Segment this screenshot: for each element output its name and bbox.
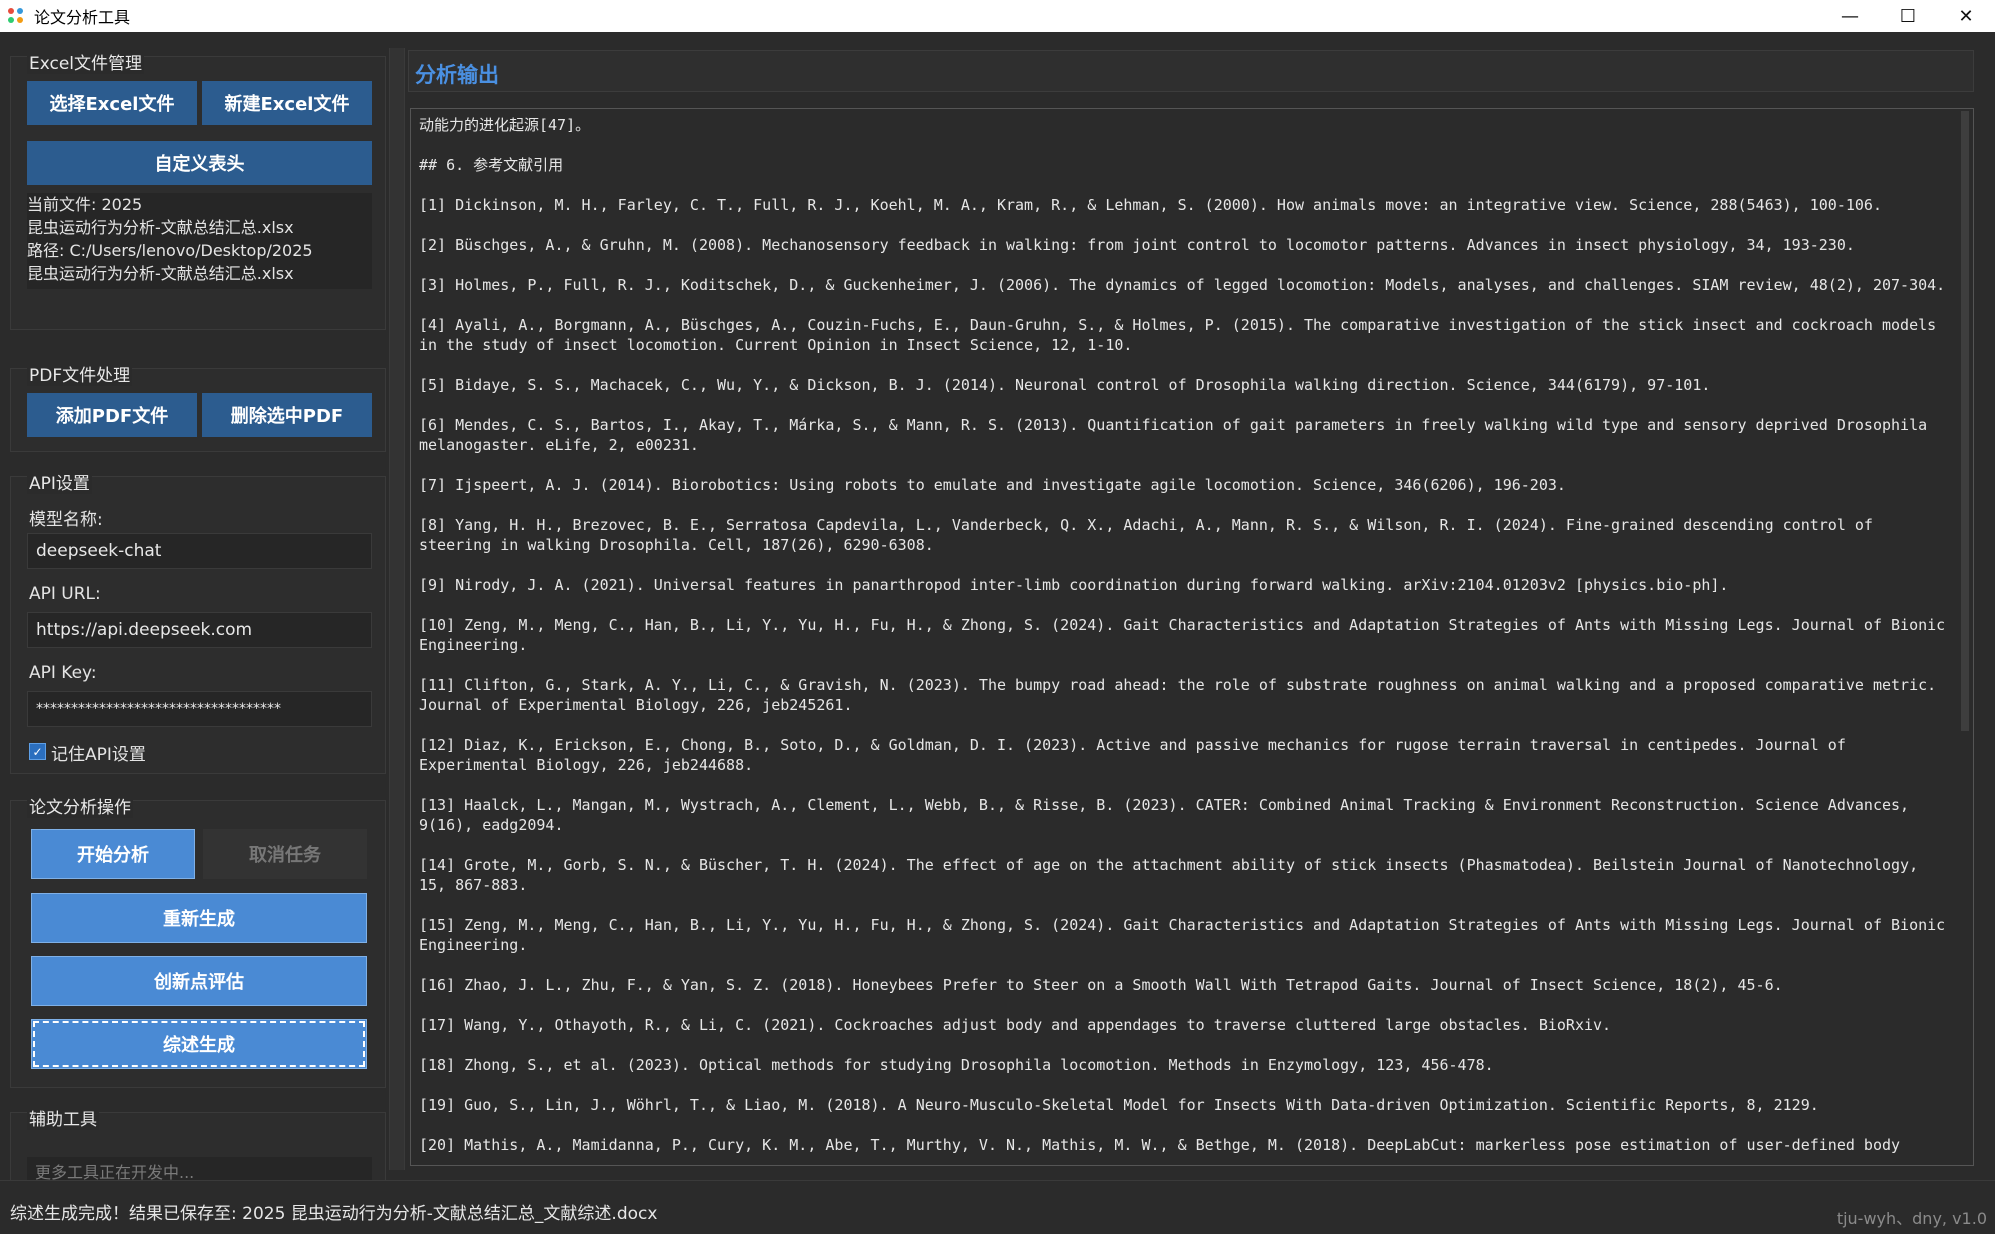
- output-scroll-thumb[interactable]: [1961, 111, 1969, 731]
- output-line: [16] Zhao, J. L., Zhu, F., & Yan, S. Z. …: [419, 976, 1783, 994]
- excel-group-title: Excel文件管理: [27, 49, 145, 74]
- output-line: [15] Zeng, M., Meng, C., Han, B., Li, Y.…: [419, 916, 1946, 954]
- excel-group: Excel文件管理 选择Excel文件 新建Excel文件 自定义表头 当前文件…: [10, 49, 386, 330]
- app-logo-icon: [8, 8, 24, 24]
- status-bar: 综述生成完成！结果已保存至: 2025 昆虫运动行为分析-文献总结汇总_文献综述…: [0, 1180, 1995, 1234]
- current-file-info: 当前文件: 2025 昆虫运动行为分析-文献总结汇总.xlsx 路径: C:/U…: [27, 193, 372, 289]
- output-line: [8] Yang, H. H., Brezovec, B. E., Serrat…: [419, 516, 1882, 554]
- output-line: [19] Guo, S., Lin, J., Wöhrl, T., & Liao…: [419, 1096, 1819, 1114]
- new-excel-button[interactable]: 新建Excel文件: [202, 81, 372, 125]
- output-line: [1] Dickinson, M. H., Farley, C. T., Ful…: [419, 196, 1882, 214]
- tools-group-title: 辅助工具: [27, 1105, 99, 1130]
- output-line: [4] Ayali, A., Borgmann, A., Büschges, A…: [419, 316, 1946, 354]
- output-content: 动能力的进化起源[47]。 ## 6. 参考文献引用 [1] Dickinson, …: [419, 115, 1949, 1159]
- model-name-input[interactable]: deepseek-chat: [27, 533, 372, 569]
- regenerate-button[interactable]: 重新生成: [31, 893, 367, 943]
- maximize-button[interactable]: ☐: [1879, 0, 1937, 32]
- delete-pdf-button[interactable]: 删除选中PDF: [202, 393, 372, 437]
- api-key-input[interactable]: ***********************************: [27, 691, 372, 727]
- output-line: [11] Clifton, G., Stark, A. Y., Li, C., …: [419, 676, 1946, 714]
- left-sidebar: Excel文件管理 选择Excel文件 新建Excel文件 自定义表头 当前文件…: [10, 42, 386, 1212]
- innovation-evaluation-button[interactable]: 创新点评估: [31, 956, 367, 1006]
- output-line: [9] Nirody, J. A. (2021). Universal feat…: [419, 576, 1729, 594]
- output-line: [20] Mathis, A., Mamidanna, P., Cury, K.…: [419, 1136, 1901, 1159]
- output-line: [13] Haalck, L., Mangan, M., Wystrach, A…: [419, 796, 1919, 834]
- output-textarea[interactable]: 动能力的进化起源[47]。 ## 6. 参考文献引用 [1] Dickinson, …: [410, 108, 1974, 1166]
- window-title: 论文分析工具: [34, 8, 131, 27]
- review-generation-button[interactable]: 综述生成: [31, 1019, 367, 1069]
- pdf-group-title: PDF文件处理: [27, 361, 133, 386]
- output-line: [3] Holmes, P., Full, R. J., Koditschek,…: [419, 276, 1946, 294]
- output-scrollbar[interactable]: [1959, 111, 1971, 1161]
- remember-api-label: 记住API设置: [51, 745, 146, 765]
- status-message: 综述生成完成！结果已保存至: 2025 昆虫运动行为分析-文献总结汇总_文献综述…: [10, 1204, 658, 1224]
- add-pdf-button[interactable]: 添加PDF文件: [27, 393, 197, 437]
- output-line: ## 6. 参考文献引用: [419, 156, 564, 174]
- model-name-label: 模型名称:: [29, 510, 103, 530]
- output-line: [12] Diaz, K., Erickson, E., Chong, B., …: [419, 736, 1855, 774]
- window-titlebar: 论文分析工具 — ☐ ✕: [0, 0, 1995, 32]
- output-line: [7] Ijspeert, A. J. (2014). Biorobotics:…: [419, 476, 1566, 494]
- output-line: [2] Büschges, A., & Gruhn, M. (2008). Me…: [419, 236, 1855, 254]
- start-analysis-button[interactable]: 开始分析: [31, 829, 195, 879]
- close-button[interactable]: ✕: [1937, 0, 1995, 32]
- output-line: [10] Zeng, M., Meng, C., Han, B., Li, Y.…: [419, 616, 1946, 654]
- remember-api-checkbox[interactable]: ✓: [29, 743, 46, 760]
- api-key-label: API Key:: [29, 663, 97, 683]
- panel-splitter[interactable]: [389, 48, 405, 1170]
- analysis-group: 论文分析操作 开始分析 取消任务 重新生成 创新点评估 综述生成: [10, 793, 386, 1088]
- output-line: [18] Zhong, S., et al. (2023). Optical m…: [419, 1056, 1494, 1074]
- api-group: API设置 模型名称: deepseek-chat API URL: https…: [10, 469, 386, 774]
- api-url-label: API URL:: [29, 584, 101, 604]
- minimize-button[interactable]: —: [1821, 0, 1879, 32]
- api-url-input[interactable]: https://api.deepseek.com: [27, 612, 372, 648]
- cancel-task-button[interactable]: 取消任务: [203, 829, 367, 879]
- select-excel-button[interactable]: 选择Excel文件: [27, 81, 197, 125]
- custom-header-button[interactable]: 自定义表头: [27, 141, 372, 185]
- output-line: 动能力的进化起源[47]。: [419, 116, 591, 134]
- version-credit: tju-wyh、dny, v1.0: [1836, 1209, 1987, 1228]
- output-line: [5] Bidaye, S. S., Machacek, C., Wu, Y.,…: [419, 376, 1711, 394]
- output-header: 分析输出: [408, 50, 1974, 92]
- output-title: 分析输出: [415, 63, 499, 87]
- output-line: [6] Mendes, C. S., Bartos, I., Akay, T.,…: [419, 416, 1937, 454]
- pdf-group: PDF文件处理 添加PDF文件 删除选中PDF: [10, 361, 386, 452]
- api-group-title: API设置: [27, 469, 92, 494]
- analysis-group-title: 论文分析操作: [27, 793, 133, 818]
- output-line: [14] Grote, M., Gorb, S. N., & Büscher, …: [419, 856, 1928, 894]
- output-line: [17] Wang, Y., Othayoth, R., & Li, C. (2…: [419, 1016, 1612, 1034]
